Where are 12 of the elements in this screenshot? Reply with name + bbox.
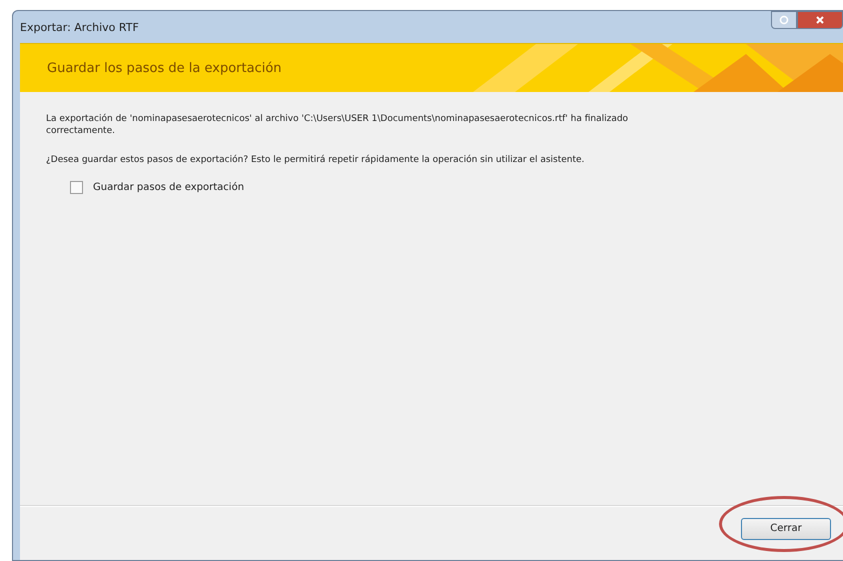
save-steps-checkbox[interactable]: Guardar pasos de exportación — [70, 181, 823, 194]
banner-title: Guardar los pasos de la exportación — [47, 60, 282, 76]
help-button[interactable] — [771, 11, 797, 29]
checkbox[interactable] — [70, 181, 83, 194]
window-title: Exportar: Archivo RTF — [20, 20, 139, 34]
close-icon — [815, 15, 825, 25]
close-dialog-button[interactable]: Cerrar — [741, 518, 831, 540]
save-question: ¿Desea guardar estos pasos de exportación? Esto le permitirá repetir rápidamente la operación sin utilizar el asistente. — [46, 155, 586, 168]
checkbox-label: Guardar pasos de exportación — [93, 182, 244, 194]
help-icon — [779, 15, 789, 25]
close-button[interactable] — [797, 11, 843, 29]
result-message: La exportación de 'nominapasesaerotecnicos' al archivo 'C:\Users\USER 1\Documents\nominapasesaerotecnicos.rtf' ha finalizado correctamente. — [46, 114, 630, 138]
